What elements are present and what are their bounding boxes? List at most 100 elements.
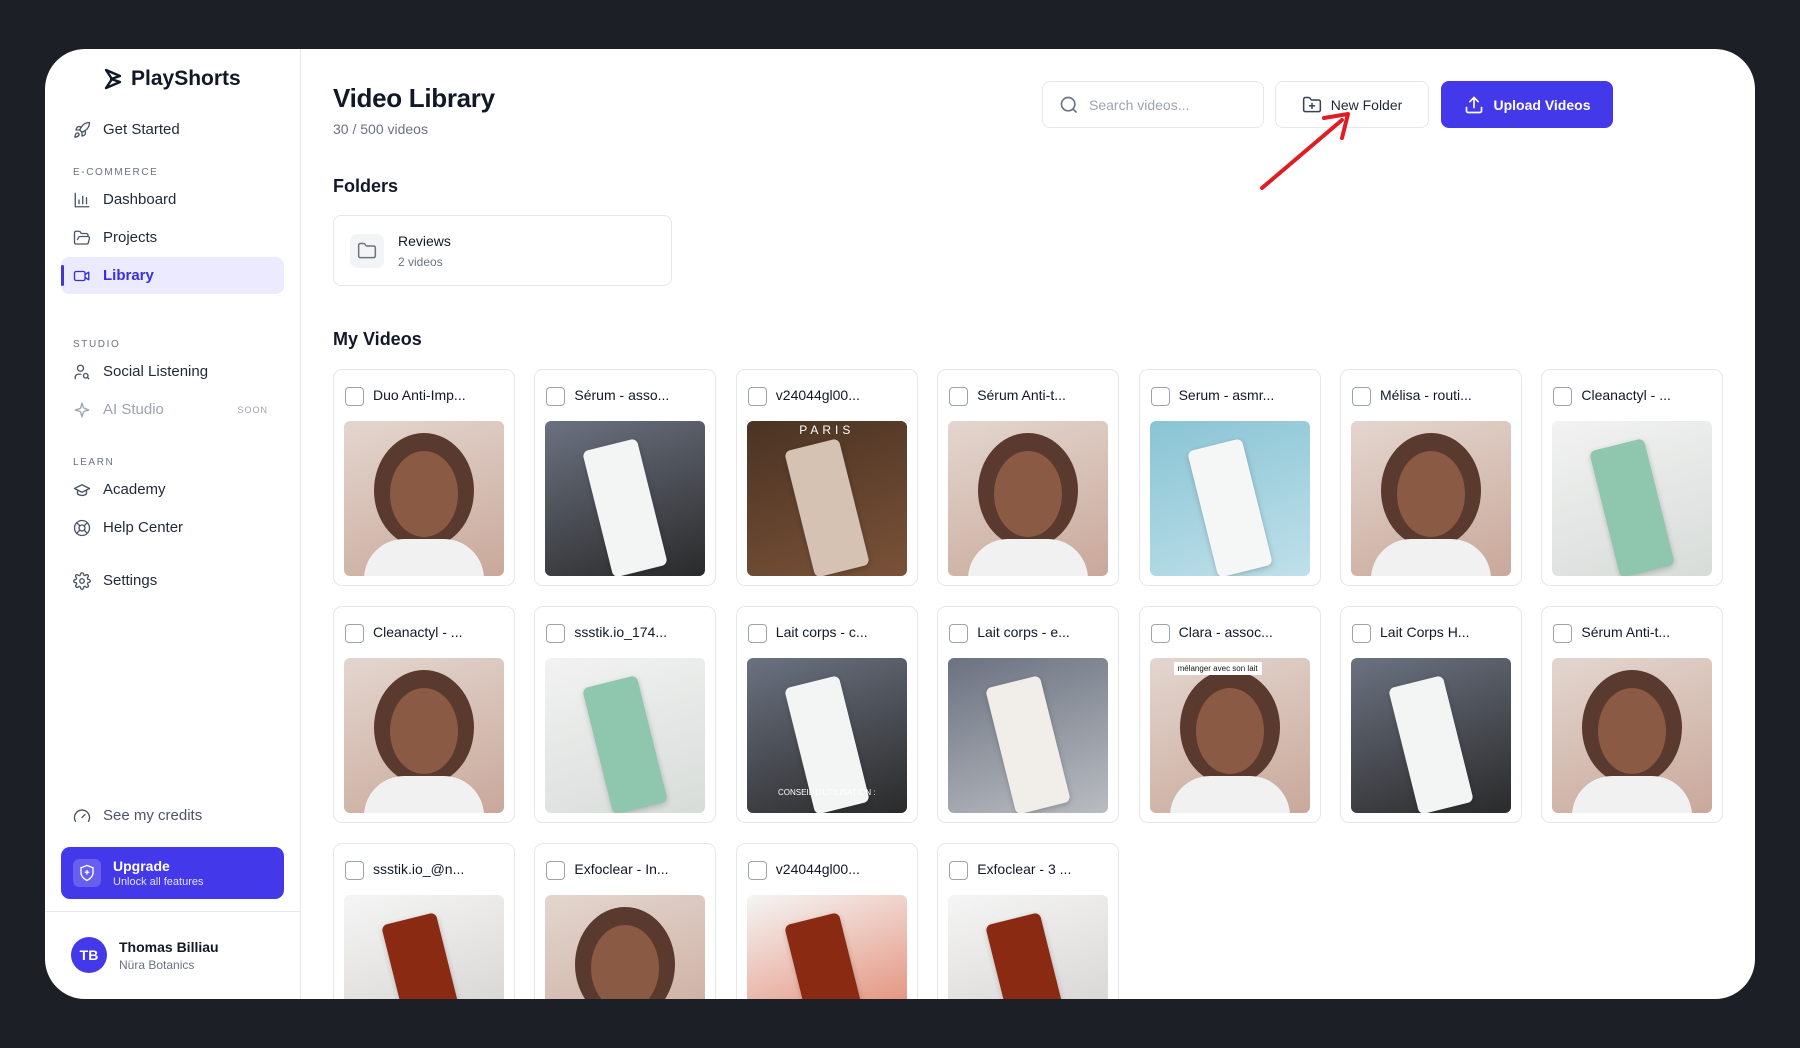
product-bottle (985, 675, 1072, 813)
sidebar-item-get-started[interactable]: Get Started (61, 111, 284, 148)
video-checkbox[interactable] (1150, 624, 1170, 643)
video-card[interactable]: Mélisa - routi... (1340, 369, 1522, 586)
video-thumbnail (1351, 658, 1511, 813)
video-title: Cleanactyl - ... (373, 624, 463, 640)
upload-videos-button[interactable]: Upload Videos (1441, 81, 1613, 128)
video-card[interactable]: v24044gl00... (735, 843, 918, 999)
person-body (1371, 539, 1491, 576)
upload-label: Upload Videos (1493, 96, 1591, 113)
video-card[interactable]: Exfoclear - 3 ... (937, 843, 1120, 999)
sidebar-item-projects[interactable]: Projects (61, 219, 284, 256)
sidebar-item-ai-studio[interactable]: AI Studio SOON (61, 391, 284, 428)
video-checkbox[interactable] (546, 387, 566, 406)
thumbnail-overlay-text: PARIS (799, 423, 855, 437)
video-thumbnail (948, 421, 1109, 576)
folder-icon (350, 233, 384, 268)
video-checkbox[interactable] (1553, 624, 1573, 643)
main-content: Video Library 30 / 500 videos New Folder… (301, 49, 1755, 999)
bar-chart-icon (74, 192, 90, 207)
sidebar-item-label: Academy (103, 481, 166, 498)
folder-name: Reviews (398, 232, 451, 249)
sidebar-item-settings[interactable]: Settings (61, 562, 284, 599)
person-face (390, 688, 458, 774)
video-checkbox[interactable] (747, 861, 767, 880)
search-input[interactable] (1089, 96, 1239, 113)
sidebar-item-help-center[interactable]: Help Center (61, 509, 284, 546)
user-org: Nüra Botanics (119, 957, 195, 972)
video-title: Lait Corps H... (1380, 624, 1470, 640)
sidebar-item-credits[interactable]: See my credits (61, 797, 284, 834)
playshorts-logo-icon (104, 68, 122, 90)
video-checkbox[interactable] (546, 624, 566, 643)
sidebar-item-dashboard[interactable]: Dashboard (61, 181, 284, 218)
sidebar-item-academy[interactable]: Academy (61, 471, 284, 508)
user-profile[interactable]: TB Thomas Billiau Nüra Botanics (71, 937, 219, 973)
sidebar-item-library[interactable]: Library (61, 257, 284, 294)
video-checkbox[interactable] (345, 861, 364, 880)
video-thumbnail (1351, 421, 1511, 576)
shield-icon (73, 859, 101, 887)
video-checkbox[interactable] (1352, 624, 1371, 643)
video-checkbox[interactable] (949, 387, 969, 406)
video-checkbox[interactable] (345, 387, 364, 406)
person-body (1572, 776, 1693, 813)
video-title: Sérum - asso... (574, 387, 670, 403)
gear-icon (73, 571, 91, 590)
video-card[interactable]: ssstik.io_@n... (333, 843, 515, 999)
video-checkbox[interactable] (747, 387, 767, 406)
video-checkbox[interactable] (1150, 387, 1170, 406)
sidebar-item-social-listening[interactable]: Social Listening (61, 353, 284, 390)
video-card[interactable]: Cleanactyl - ... (1541, 369, 1724, 586)
video-card[interactable]: v24044gl00... PARIS (735, 369, 918, 586)
video-checkbox[interactable] (546, 861, 566, 880)
person-face (994, 451, 1063, 537)
folder-count: 2 videos (398, 254, 443, 269)
video-checkbox[interactable] (747, 624, 767, 643)
video-thumbnail (545, 421, 706, 576)
video-card[interactable]: Clara - assoc... mélanger avec son lait (1138, 606, 1321, 823)
video-title: v24044gl00... (775, 861, 860, 877)
video-card[interactable]: ssstik.io_174... (534, 606, 717, 823)
video-checkbox[interactable] (949, 861, 969, 880)
section-label-learn: LEARN (73, 457, 115, 468)
folder-card[interactable]: Reviews 2 videos (333, 215, 672, 286)
video-thumbnail (948, 658, 1109, 813)
video-card[interactable]: Sérum Anti-t... (937, 369, 1120, 586)
annotation-arrow (1260, 112, 1350, 190)
video-card[interactable]: Exfoclear - In... Franchement (534, 843, 717, 999)
video-checkbox[interactable] (1352, 387, 1371, 406)
video-title: v24044gl00... (775, 387, 860, 403)
folder-open-icon (73, 230, 91, 245)
video-thumbnail (545, 658, 706, 813)
product-bottle (1186, 438, 1273, 576)
section-label-ecommerce: E-COMMERCE (73, 167, 159, 178)
sidebar-item-label: Get Started (103, 121, 180, 138)
video-card[interactable]: Cleanactyl - ... (333, 606, 515, 823)
video-thumbnail: CONSEIL D'UTILISATION : (746, 658, 907, 813)
video-card[interactable]: Serum - asmr... (1138, 369, 1321, 586)
video-thumbnail (1149, 421, 1310, 576)
video-card[interactable]: Sérum - asso... (534, 369, 717, 586)
video-checkbox[interactable] (1553, 387, 1573, 406)
video-checkbox[interactable] (949, 624, 969, 643)
product-bottle (1589, 438, 1676, 576)
upload-icon (1465, 96, 1482, 113)
video-card[interactable]: Lait corps - e... (937, 606, 1120, 823)
video-title: Lait corps - e... (977, 624, 1070, 640)
video-thumbnail (1552, 658, 1713, 813)
video-card[interactable]: Sérum Anti-t... (1541, 606, 1724, 823)
gauge-icon (73, 808, 91, 822)
video-title: ssstik.io_@n... (373, 861, 465, 877)
folders-heading: Folders (333, 176, 399, 196)
video-card[interactable]: Lait corps - c... CONSEIL D'UTILISATION : (735, 606, 918, 823)
video-checkbox[interactable] (345, 624, 364, 643)
app-logo[interactable]: PlayShorts (103, 67, 241, 91)
soon-badge: SOON (237, 404, 268, 415)
video-thumbnail (1552, 421, 1713, 576)
video-card[interactable]: Lait Corps H... (1340, 606, 1522, 823)
video-thumbnail: mélanger avec son lait (1149, 658, 1310, 813)
upgrade-button[interactable]: Upgrade Unlock all features (61, 847, 284, 899)
video-card[interactable]: Duo Anti-Imp... (333, 369, 515, 586)
search-box[interactable] (1042, 81, 1264, 128)
product-bottle (985, 912, 1072, 999)
